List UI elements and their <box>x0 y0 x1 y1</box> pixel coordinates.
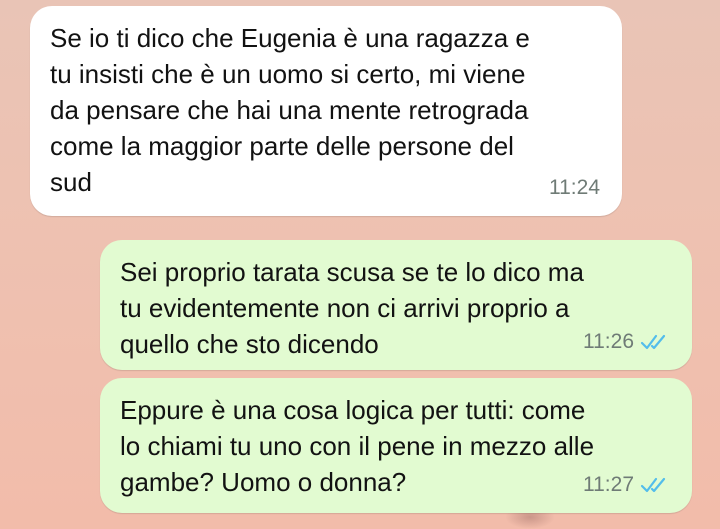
double-check-read-icon <box>640 477 666 493</box>
incoming-message-bubble[interactable]: Se io ti dico che Eugenia è una ragazza … <box>30 6 622 216</box>
outgoing-message-bubble[interactable]: Eppure è una cosa logica per tutti: come… <box>100 378 692 513</box>
message-meta: 11:24 <box>549 176 600 200</box>
message-timestamp: 11:24 <box>549 176 600 199</box>
double-check-read-icon <box>640 334 666 350</box>
message-timestamp: 11:26 <box>583 330 634 353</box>
message-meta: 11:26 <box>583 330 670 354</box>
message-timestamp: 11:27 <box>583 473 634 496</box>
message-text: Se io ti dico che Eugenia è una ragazza … <box>50 23 530 197</box>
message-meta: 11:27 <box>583 473 670 497</box>
outgoing-message-bubble[interactable]: Sei proprio tarata scusa se te lo dico m… <box>100 240 692 370</box>
